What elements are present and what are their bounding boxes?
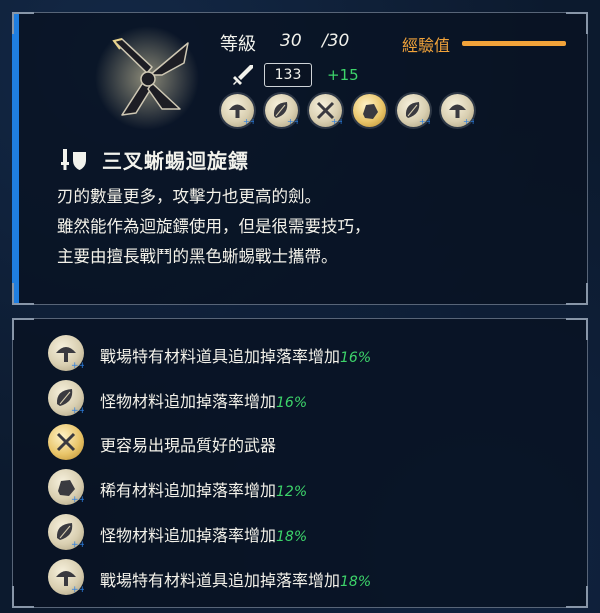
- bonus-label: 戰場特有材料道具追加掉落率增加: [100, 571, 341, 590]
- boomerang-weapon-icon: [95, 26, 199, 130]
- mushroom-icon[interactable]: ++: [221, 94, 254, 127]
- bonus-percent: 18%: [340, 574, 372, 590]
- ore-icon: ++: [48, 469, 84, 505]
- bonus-percent: 12%: [276, 484, 308, 500]
- svg-text:++: ++: [463, 117, 474, 126]
- bonus-text: 戰場特有材料道具追加掉落率增加16%: [100, 343, 371, 367]
- bonus-label: 稀有材料追加掉落率增加: [100, 481, 277, 500]
- svg-text:++: ++: [243, 117, 254, 126]
- leaf-icon: ++: [48, 514, 84, 550]
- bonus-text: 更容易出現品質好的武器: [100, 432, 276, 456]
- bonus-text: 怪物材料追加掉落率增加16%: [100, 388, 307, 412]
- experience-label: 經驗值: [402, 36, 451, 55]
- ore-icon[interactable]: [353, 94, 386, 127]
- svg-text:++: ++: [287, 117, 298, 126]
- attack-value: 133: [264, 63, 312, 87]
- selection-accent-bar: [12, 12, 19, 305]
- svg-text:++: ++: [71, 495, 84, 505]
- crossed-swords-icon: [48, 424, 84, 460]
- bonus-text: 戰場特有材料道具追加掉落率增加18%: [100, 567, 371, 591]
- frame-corner: [12, 283, 34, 305]
- bonus-label: 怪物材料追加掉落率增加: [100, 526, 277, 545]
- frame-corner: [566, 12, 588, 34]
- weapon-detail-screen: { "level": { "label": "等級", "current": "…: [0, 0, 600, 613]
- svg-text:++: ++: [71, 361, 84, 371]
- mushroom-icon: ++: [48, 559, 84, 595]
- leaf-icon[interactable]: ++: [265, 94, 298, 127]
- level-max: /30: [322, 31, 350, 51]
- bonus-percent: 16%: [276, 395, 308, 411]
- bonus-text: 稀有材料追加掉落率增加12%: [100, 477, 307, 501]
- level-label: 等級: [220, 34, 256, 55]
- attack-bonus: +15: [327, 66, 359, 84]
- mushroom-icon: ++: [48, 335, 84, 371]
- bonus-label: 更容易出現品質好的武器: [100, 436, 277, 455]
- bonus-text: 怪物材料追加掉落率增加18%: [100, 522, 307, 546]
- leaf-icon[interactable]: ++: [397, 94, 430, 127]
- frame-corner: [12, 318, 34, 340]
- svg-text:++: ++: [71, 406, 84, 416]
- frame-corner: [12, 12, 34, 34]
- experience-bar: [462, 41, 566, 46]
- bonus-percent: 16%: [340, 350, 372, 366]
- bonus-percent: 18%: [276, 529, 308, 545]
- crossed-swords-icon[interactable]: ++: [309, 94, 342, 127]
- bonus-label: 怪物材料追加掉落率增加: [100, 392, 277, 411]
- frame-corner: [566, 318, 588, 340]
- bonus-label: 戰場特有材料道具追加掉落率增加: [100, 347, 341, 366]
- level-current: 30: [280, 31, 302, 51]
- weapon-name: 三叉蜥蜴迴旋鏢: [102, 149, 249, 173]
- mushroom-icon[interactable]: ++: [441, 94, 474, 127]
- description-line: 刃的數量更多，攻擊力也更高的劍。: [57, 187, 321, 206]
- frame-corner: [566, 586, 588, 608]
- description-line: 雖然能作為迴旋鏢使用，但是很需要技巧，: [57, 217, 371, 236]
- svg-text:++: ++: [71, 585, 84, 595]
- svg-text:++: ++: [71, 540, 84, 550]
- frame-corner: [566, 283, 588, 305]
- sword-shield-icon: [61, 149, 86, 170]
- leaf-icon: ++: [48, 380, 84, 416]
- frame-corner: [12, 586, 34, 608]
- description-line: 主要由擅長戰鬥的黑色蜥蜴戰士攜帶。: [57, 247, 338, 266]
- sword-icon: [233, 65, 253, 85]
- svg-text:++: ++: [419, 117, 430, 126]
- svg-text:++: ++: [331, 117, 342, 126]
